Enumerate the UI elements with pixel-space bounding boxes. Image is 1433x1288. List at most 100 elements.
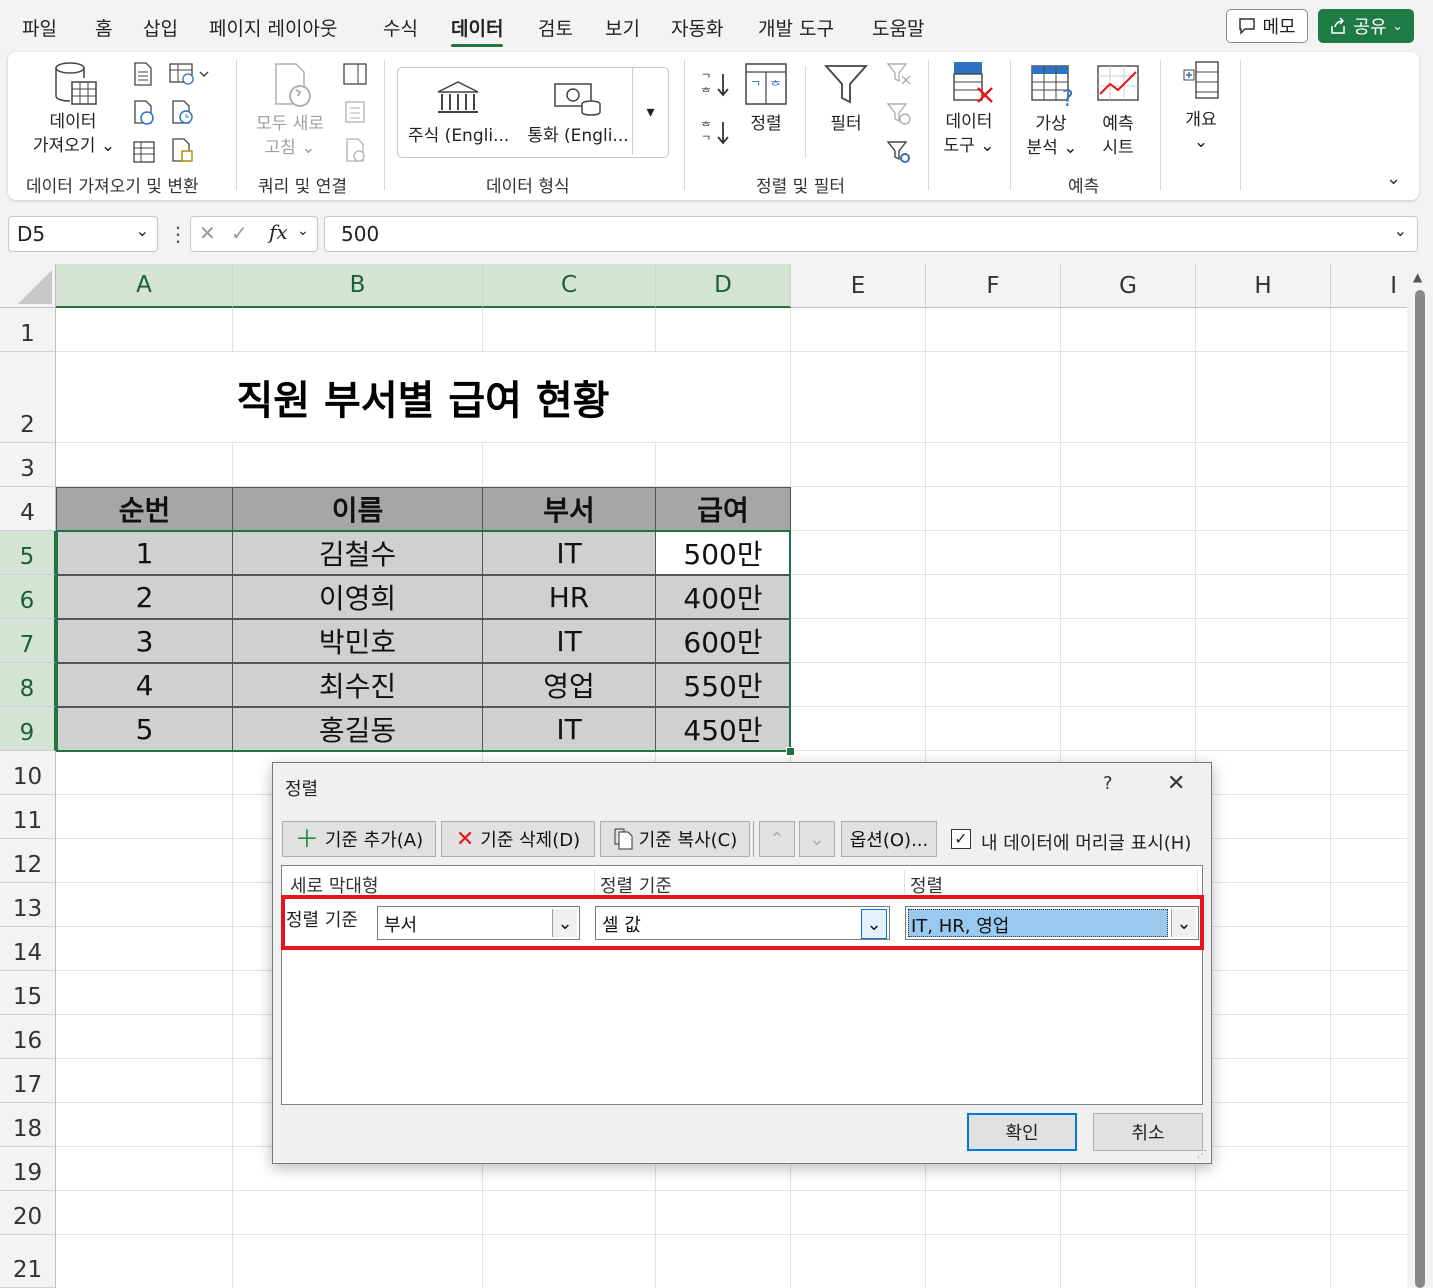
resize-grip-icon[interactable]: ⋰ [1197,1149,1207,1160]
column-header-f[interactable]: F [926,264,1061,308]
row-header-21[interactable]: 21 [0,1235,56,1288]
tab-developer[interactable]: 개발 도구 [758,14,834,41]
row-header-18[interactable]: 18 [0,1103,56,1147]
table-cell[interactable]: 450만 [655,707,791,751]
row-header-10[interactable]: 10 [0,751,56,795]
tab-automate[interactable]: 자동화 [671,14,723,41]
from-web-table-icon[interactable] [168,62,212,86]
from-web-icon[interactable] [132,100,156,126]
from-text-icon[interactable] [132,62,154,86]
column-header-a[interactable]: A [56,264,233,308]
tab-view[interactable]: 보기 [605,14,640,41]
column-header-g[interactable]: G [1061,264,1196,308]
table-cell[interactable]: 5 [56,707,233,751]
cancel-button[interactable]: 취소 [1093,1113,1203,1151]
sort-descending-icon[interactable]: ᄒᄀ [701,118,731,148]
row-header-5[interactable]: 5 [0,531,56,575]
table-cell[interactable]: IT [482,707,656,751]
row-header-6[interactable]: 6 [0,575,56,619]
more-icon[interactable]: ⋮ [168,222,188,246]
share-button[interactable]: 공유 ⌄ [1318,9,1414,43]
row-header-3[interactable]: 3 [0,443,56,487]
currency-button[interactable]: 통화 (Engli... [523,76,633,151]
row-header-12[interactable]: 12 [0,839,56,883]
confirm-entry-icon[interactable]: ✓ [231,221,248,245]
row-header-2[interactable]: 2 [0,352,56,443]
name-box[interactable]: D5 ⌄ [8,216,158,252]
scroll-up-icon[interactable]: ▲ [1413,270,1422,284]
table-cell[interactable]: 홍길동 [232,707,483,751]
table-cell[interactable]: 550만 [655,663,791,707]
table-cell[interactable]: 영업 [482,663,656,707]
table-cell[interactable]: HR [482,575,656,619]
recent-sources-icon[interactable] [170,100,196,126]
table-cell[interactable]: 김철수 [232,531,483,575]
table-cell[interactable]: 2 [56,575,233,619]
column-header-i[interactable]: I [1331,264,1407,308]
expand-formula-icon[interactable]: ⌄ [1394,221,1407,240]
queries-connections-icon[interactable] [342,62,368,86]
row-header-16[interactable]: 16 [0,1015,56,1059]
tab-file[interactable]: 파일 [22,14,57,41]
row-header-14[interactable]: 14 [0,927,56,971]
row-header-8[interactable]: 8 [0,663,56,707]
ribbon-collapse-icon[interactable]: ⌄ [1386,168,1401,189]
vertical-scrollbar[interactable]: ▲ [1407,264,1433,1288]
table-cell[interactable]: 4 [56,663,233,707]
options-button[interactable]: 옵션(O)... [841,821,937,857]
column-header-d[interactable]: D [656,264,791,308]
table-header-cell[interactable]: 부서 [482,487,656,531]
sheet-title[interactable]: 직원 부서별 급여 현황 [56,352,790,442]
row-header-19[interactable]: 19 [0,1147,56,1191]
column-header-e[interactable]: E [791,264,926,308]
active-cell[interactable]: 500만 [655,531,791,575]
column-header-h[interactable]: H [1196,264,1331,308]
table-cell[interactable]: IT [482,531,656,575]
table-cell[interactable]: IT [482,619,656,663]
tab-formulas[interactable]: 수식 [383,14,418,41]
close-icon[interactable]: ✕ [1167,771,1185,796]
row-header-7[interactable]: 7 [0,619,56,663]
formula-input[interactable]: 500 ⌄ [324,216,1418,252]
tab-data[interactable]: 데이터 [451,14,504,47]
row-header-15[interactable]: 15 [0,971,56,1015]
table-cell[interactable]: 1 [56,531,233,575]
table-cell[interactable]: 600만 [655,619,791,663]
table-cell[interactable]: 3 [56,619,233,663]
tab-page-layout[interactable]: 페이지 레이아웃 [209,14,337,41]
tab-insert[interactable]: 삽입 [143,14,178,41]
table-header-cell[interactable]: 급여 [655,487,791,531]
row-header-1[interactable]: 1 [0,308,56,352]
select-all-corner[interactable] [0,264,56,308]
insert-function-button[interactable]: fx [269,220,288,244]
table-cell[interactable]: 이영희 [232,575,483,619]
row-header-17[interactable]: 17 [0,1059,56,1103]
table-cell[interactable]: 400만 [655,575,791,619]
move-down-icon[interactable]: ⌄ [799,821,835,857]
cancel-entry-icon[interactable]: ✕ [199,221,216,245]
memo-button[interactable]: 메모 [1226,9,1308,43]
stocks-button[interactable]: 주식 (Engli... [408,76,509,151]
row-header-4[interactable]: 4 [0,487,56,531]
row-header-20[interactable]: 20 [0,1191,56,1235]
existing-connections-icon[interactable] [170,138,196,164]
from-table-icon[interactable] [132,140,156,164]
copy-level-button[interactable]: 기준 복사(C) [600,821,750,857]
help-button[interactable]: ? [1103,773,1113,794]
table-cell[interactable]: 박민호 [232,619,483,663]
tab-home[interactable]: 홈 [95,14,112,41]
row-header-9[interactable]: 9 [0,707,56,751]
header-checkbox[interactable]: ✓ [951,829,971,849]
ok-button[interactable]: 확인 [967,1113,1077,1151]
row-header-13[interactable]: 13 [0,883,56,927]
gallery-more-icon[interactable]: ▾ [632,68,668,155]
add-level-button[interactable]: ＋ 기준 추가(A) [282,821,436,857]
delete-level-button[interactable]: ✕ 기준 삭제(D) [441,821,595,857]
table-header-cell[interactable]: 순번 [56,487,233,531]
tab-review[interactable]: 검토 [538,14,573,41]
table-cell[interactable]: 최수진 [232,663,483,707]
scrollbar-thumb[interactable] [1415,290,1425,1288]
sort-ascending-icon[interactable]: ᄀᄒ [701,70,731,100]
column-header-b[interactable]: B [233,264,483,308]
table-header-cell[interactable]: 이름 [232,487,483,531]
